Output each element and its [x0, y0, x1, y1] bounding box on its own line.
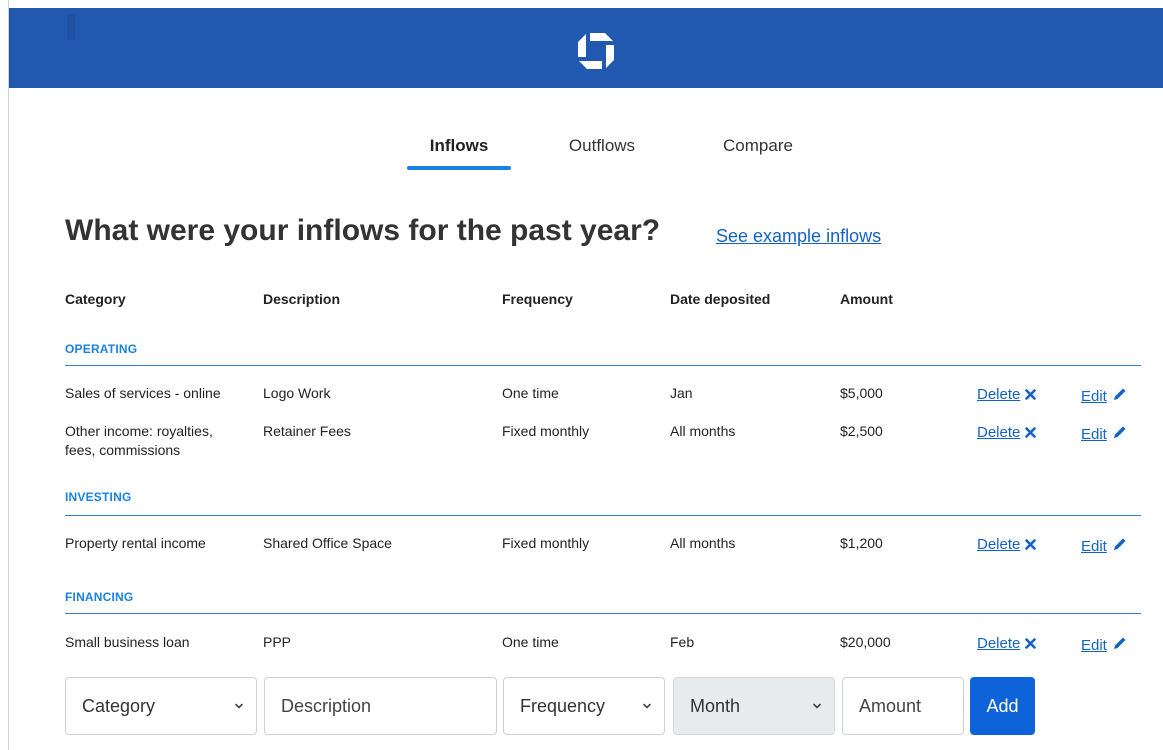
- row-amount: $20,000: [840, 634, 891, 650]
- row-amount: $5,000: [840, 385, 883, 401]
- header-corner-mark: [67, 14, 75, 40]
- row-category: Other income: royalties, fees, commissio…: [65, 422, 213, 460]
- column-header-category: Category: [65, 291, 126, 307]
- row-description: Shared Office Space: [263, 535, 392, 551]
- chevron-down-icon: [643, 703, 651, 709]
- delete-label: Delete: [977, 424, 1021, 441]
- add-button[interactable]: Add: [970, 677, 1035, 735]
- chase-logo-icon[interactable]: [574, 29, 618, 73]
- tab-outflows[interactable]: Outflows: [552, 136, 652, 172]
- row-category: Small business loan: [65, 634, 190, 650]
- amount-input[interactable]: [842, 677, 964, 735]
- active-tab-indicator: [407, 166, 511, 170]
- row-category: Sales of services - online: [65, 385, 221, 401]
- close-x-icon: [1025, 539, 1037, 550]
- row-date-deposited: All months: [670, 535, 736, 551]
- month-select-value: Month: [690, 695, 741, 716]
- column-header-amount: Amount: [840, 291, 893, 307]
- row-amount: $2,500: [840, 423, 883, 439]
- section-divider: [65, 613, 1141, 614]
- top-header-bar: [9, 8, 1163, 88]
- row-amount: $1,200: [840, 535, 883, 551]
- edit-label: Edit: [1081, 426, 1107, 443]
- edit-button[interactable]: Edit: [1081, 386, 1128, 405]
- edit-button[interactable]: Edit: [1081, 424, 1128, 443]
- pencil-icon: [1113, 637, 1126, 649]
- delete-button[interactable]: Delete: [977, 424, 1037, 441]
- row-date-deposited: Jan: [670, 385, 693, 401]
- tab-bar: Inflows Outflows Compare: [0, 136, 1163, 176]
- pencil-icon: [1113, 426, 1126, 438]
- edit-label: Edit: [1081, 538, 1107, 555]
- category-select-value: Category: [82, 695, 156, 716]
- row-category-line: fees, commissions: [65, 442, 181, 458]
- category-select[interactable]: Category: [65, 677, 257, 735]
- close-x-icon: [1025, 638, 1037, 649]
- column-header-date-deposited: Date deposited: [670, 291, 771, 307]
- delete-label: Delete: [977, 536, 1021, 553]
- row-description: PPP: [263, 634, 292, 650]
- see-example-inflows-link[interactable]: See example inflows: [716, 226, 881, 247]
- row-category-line: Other income: royalties,: [65, 423, 213, 439]
- delete-button[interactable]: Delete: [977, 386, 1037, 403]
- section-divider: [65, 365, 1141, 366]
- row-date-deposited: All months: [670, 423, 736, 439]
- section-label-financing: FINANCING: [65, 590, 134, 604]
- page-title: What were your inflows for the past year…: [65, 214, 661, 247]
- section-label-investing: INVESTING: [65, 490, 132, 504]
- column-header-frequency: Frequency: [502, 291, 573, 307]
- frequency-select[interactable]: Frequency: [503, 677, 665, 735]
- frequency-select-value: Frequency: [520, 695, 606, 716]
- row-frequency: One time: [502, 634, 559, 650]
- close-x-icon: [1025, 427, 1037, 438]
- row-category: Property rental income: [65, 535, 206, 551]
- close-x-icon: [1025, 389, 1037, 400]
- column-header-description: Description: [263, 291, 341, 307]
- chevron-down-icon: [235, 703, 243, 709]
- row-description: Retainer Fees: [263, 423, 351, 439]
- edit-label: Edit: [1081, 637, 1107, 654]
- row-description: Logo Work: [263, 385, 331, 401]
- delete-label: Delete: [977, 635, 1021, 652]
- section-label-operating: OPERATING: [65, 342, 138, 356]
- delete-label: Delete: [977, 386, 1021, 403]
- row-frequency: One time: [502, 385, 559, 401]
- section-divider: [65, 515, 1141, 516]
- pencil-icon: [1113, 538, 1126, 550]
- pencil-icon: [1113, 388, 1126, 400]
- delete-button[interactable]: Delete: [977, 635, 1037, 652]
- month-select[interactable]: Month: [673, 677, 835, 735]
- description-input[interactable]: [264, 677, 497, 735]
- row-frequency: Fixed monthly: [502, 535, 590, 551]
- tab-compare[interactable]: Compare: [707, 136, 809, 172]
- row-frequency: Fixed monthly: [502, 423, 590, 439]
- window-left-border: [8, 0, 9, 750]
- edit-label: Edit: [1081, 388, 1107, 405]
- edit-button[interactable]: Edit: [1081, 536, 1128, 555]
- delete-button[interactable]: Delete: [977, 536, 1037, 553]
- row-date-deposited: Feb: [670, 634, 695, 650]
- edit-button[interactable]: Edit: [1081, 635, 1128, 654]
- chevron-down-icon: [813, 703, 821, 709]
